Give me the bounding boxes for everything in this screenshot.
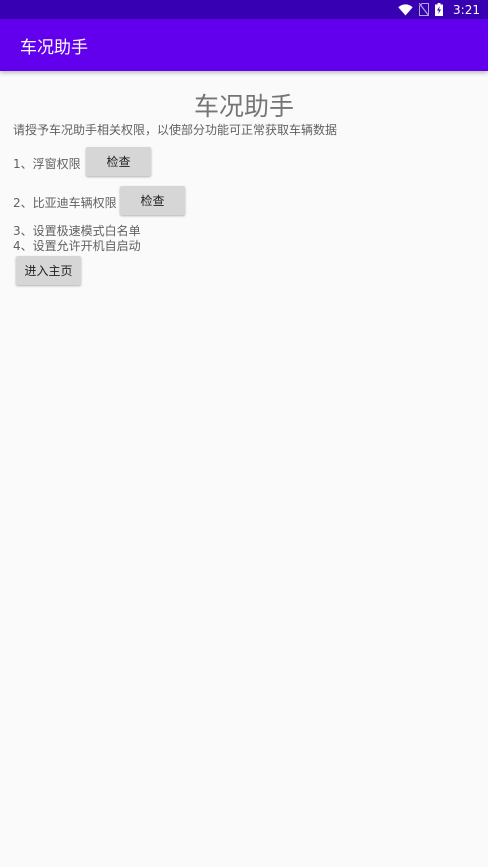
page-title: 车况助手 xyxy=(193,92,294,121)
wifi-icon xyxy=(398,3,413,16)
byd-permission-label: 2、比亚迪车辆权限 xyxy=(13,196,117,210)
battery-charging-icon xyxy=(435,3,444,16)
no-sim-icon xyxy=(419,3,430,16)
app-bar: 车况助手 xyxy=(0,19,488,71)
status-time: 3:21 xyxy=(453,2,480,17)
enter-home-button[interactable]: 进入主页 xyxy=(16,256,81,285)
check-byd-permission-button[interactable]: 检查 xyxy=(120,186,185,215)
check-overlay-permission-button[interactable]: 检查 xyxy=(86,147,151,176)
app-bar-title: 车况助手 xyxy=(20,37,88,58)
permission-description: 请授予车况助手相关权限，以使部分功能可正常获取车辆数据 xyxy=(13,123,338,137)
overlay-permission-label: 1、浮窗权限 xyxy=(13,157,81,171)
status-icons: 3:21 xyxy=(398,3,480,17)
autostart-label: 4、设置允许开机自启动 xyxy=(13,239,141,253)
status-bar: 3:21 xyxy=(0,0,488,19)
